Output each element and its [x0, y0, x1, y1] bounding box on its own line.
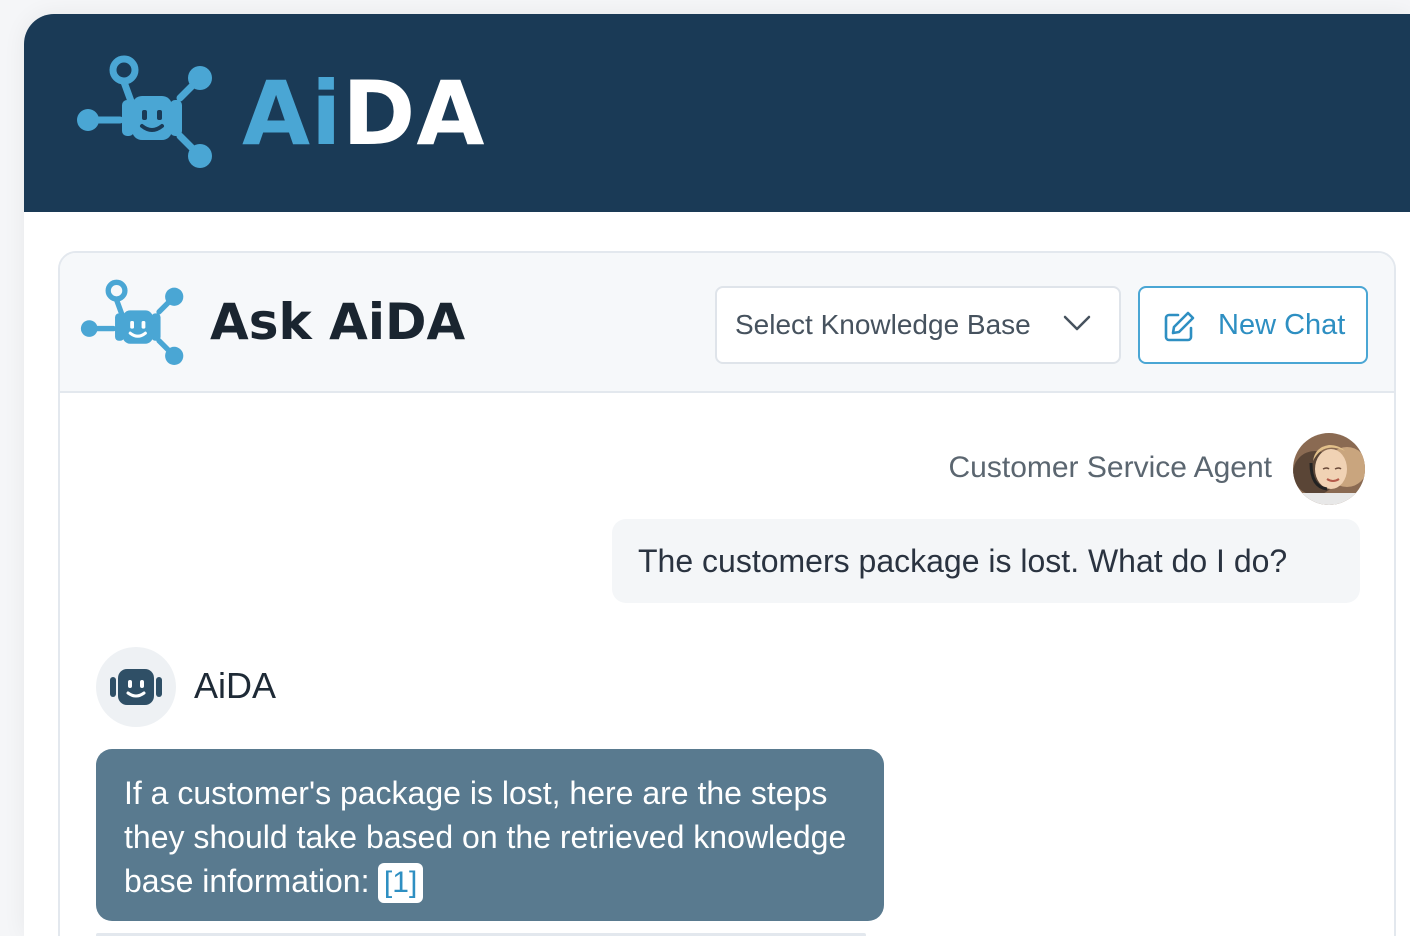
citation-link[interactable]: [1] [377, 863, 424, 903]
top-header: AiDA [24, 14, 1410, 212]
user-name: Customer Service Agent [948, 451, 1272, 484]
brand-name-da: DA [342, 62, 486, 165]
app-window: AiDA Ask AiDA Select Knowledge Base New … [24, 14, 1410, 936]
bot-message-text: If a customer's package is lost, here ar… [124, 775, 847, 899]
brand-name-ai: Ai [242, 62, 343, 165]
robot-icon [110, 669, 162, 705]
bot-name: AiDA [194, 665, 277, 706]
bot-message-bubble: If a customer's package is lost, here ar… [96, 749, 884, 921]
chevron-down-icon [1063, 315, 1091, 331]
chat-panel: Ask AiDA Select Knowledge Base New Chat … [58, 251, 1396, 936]
user-message-text: The customers package is lost. What do I… [638, 542, 1288, 579]
edit-icon [1164, 311, 1195, 342]
new-chat-label: New Chat [1218, 309, 1346, 341]
panel-title: Ask AiDA [210, 293, 466, 351]
user-avatar [1293, 433, 1365, 505]
knowledge-base-select[interactable]: Select Knowledge Base [715, 286, 1121, 364]
robot-network-icon [80, 279, 184, 365]
brand-name: AiDA [242, 70, 485, 158]
user-message-bubble: The customers package is lost. What do I… [612, 519, 1360, 603]
new-chat-button[interactable]: New Chat [1138, 286, 1368, 364]
chat-panel-header: Ask AiDA Select Knowledge Base New Chat [60, 253, 1394, 393]
knowledge-base-select-label: Select Knowledge Base [735, 309, 1031, 340]
bot-avatar [96, 647, 176, 727]
robot-network-icon [77, 55, 212, 168]
